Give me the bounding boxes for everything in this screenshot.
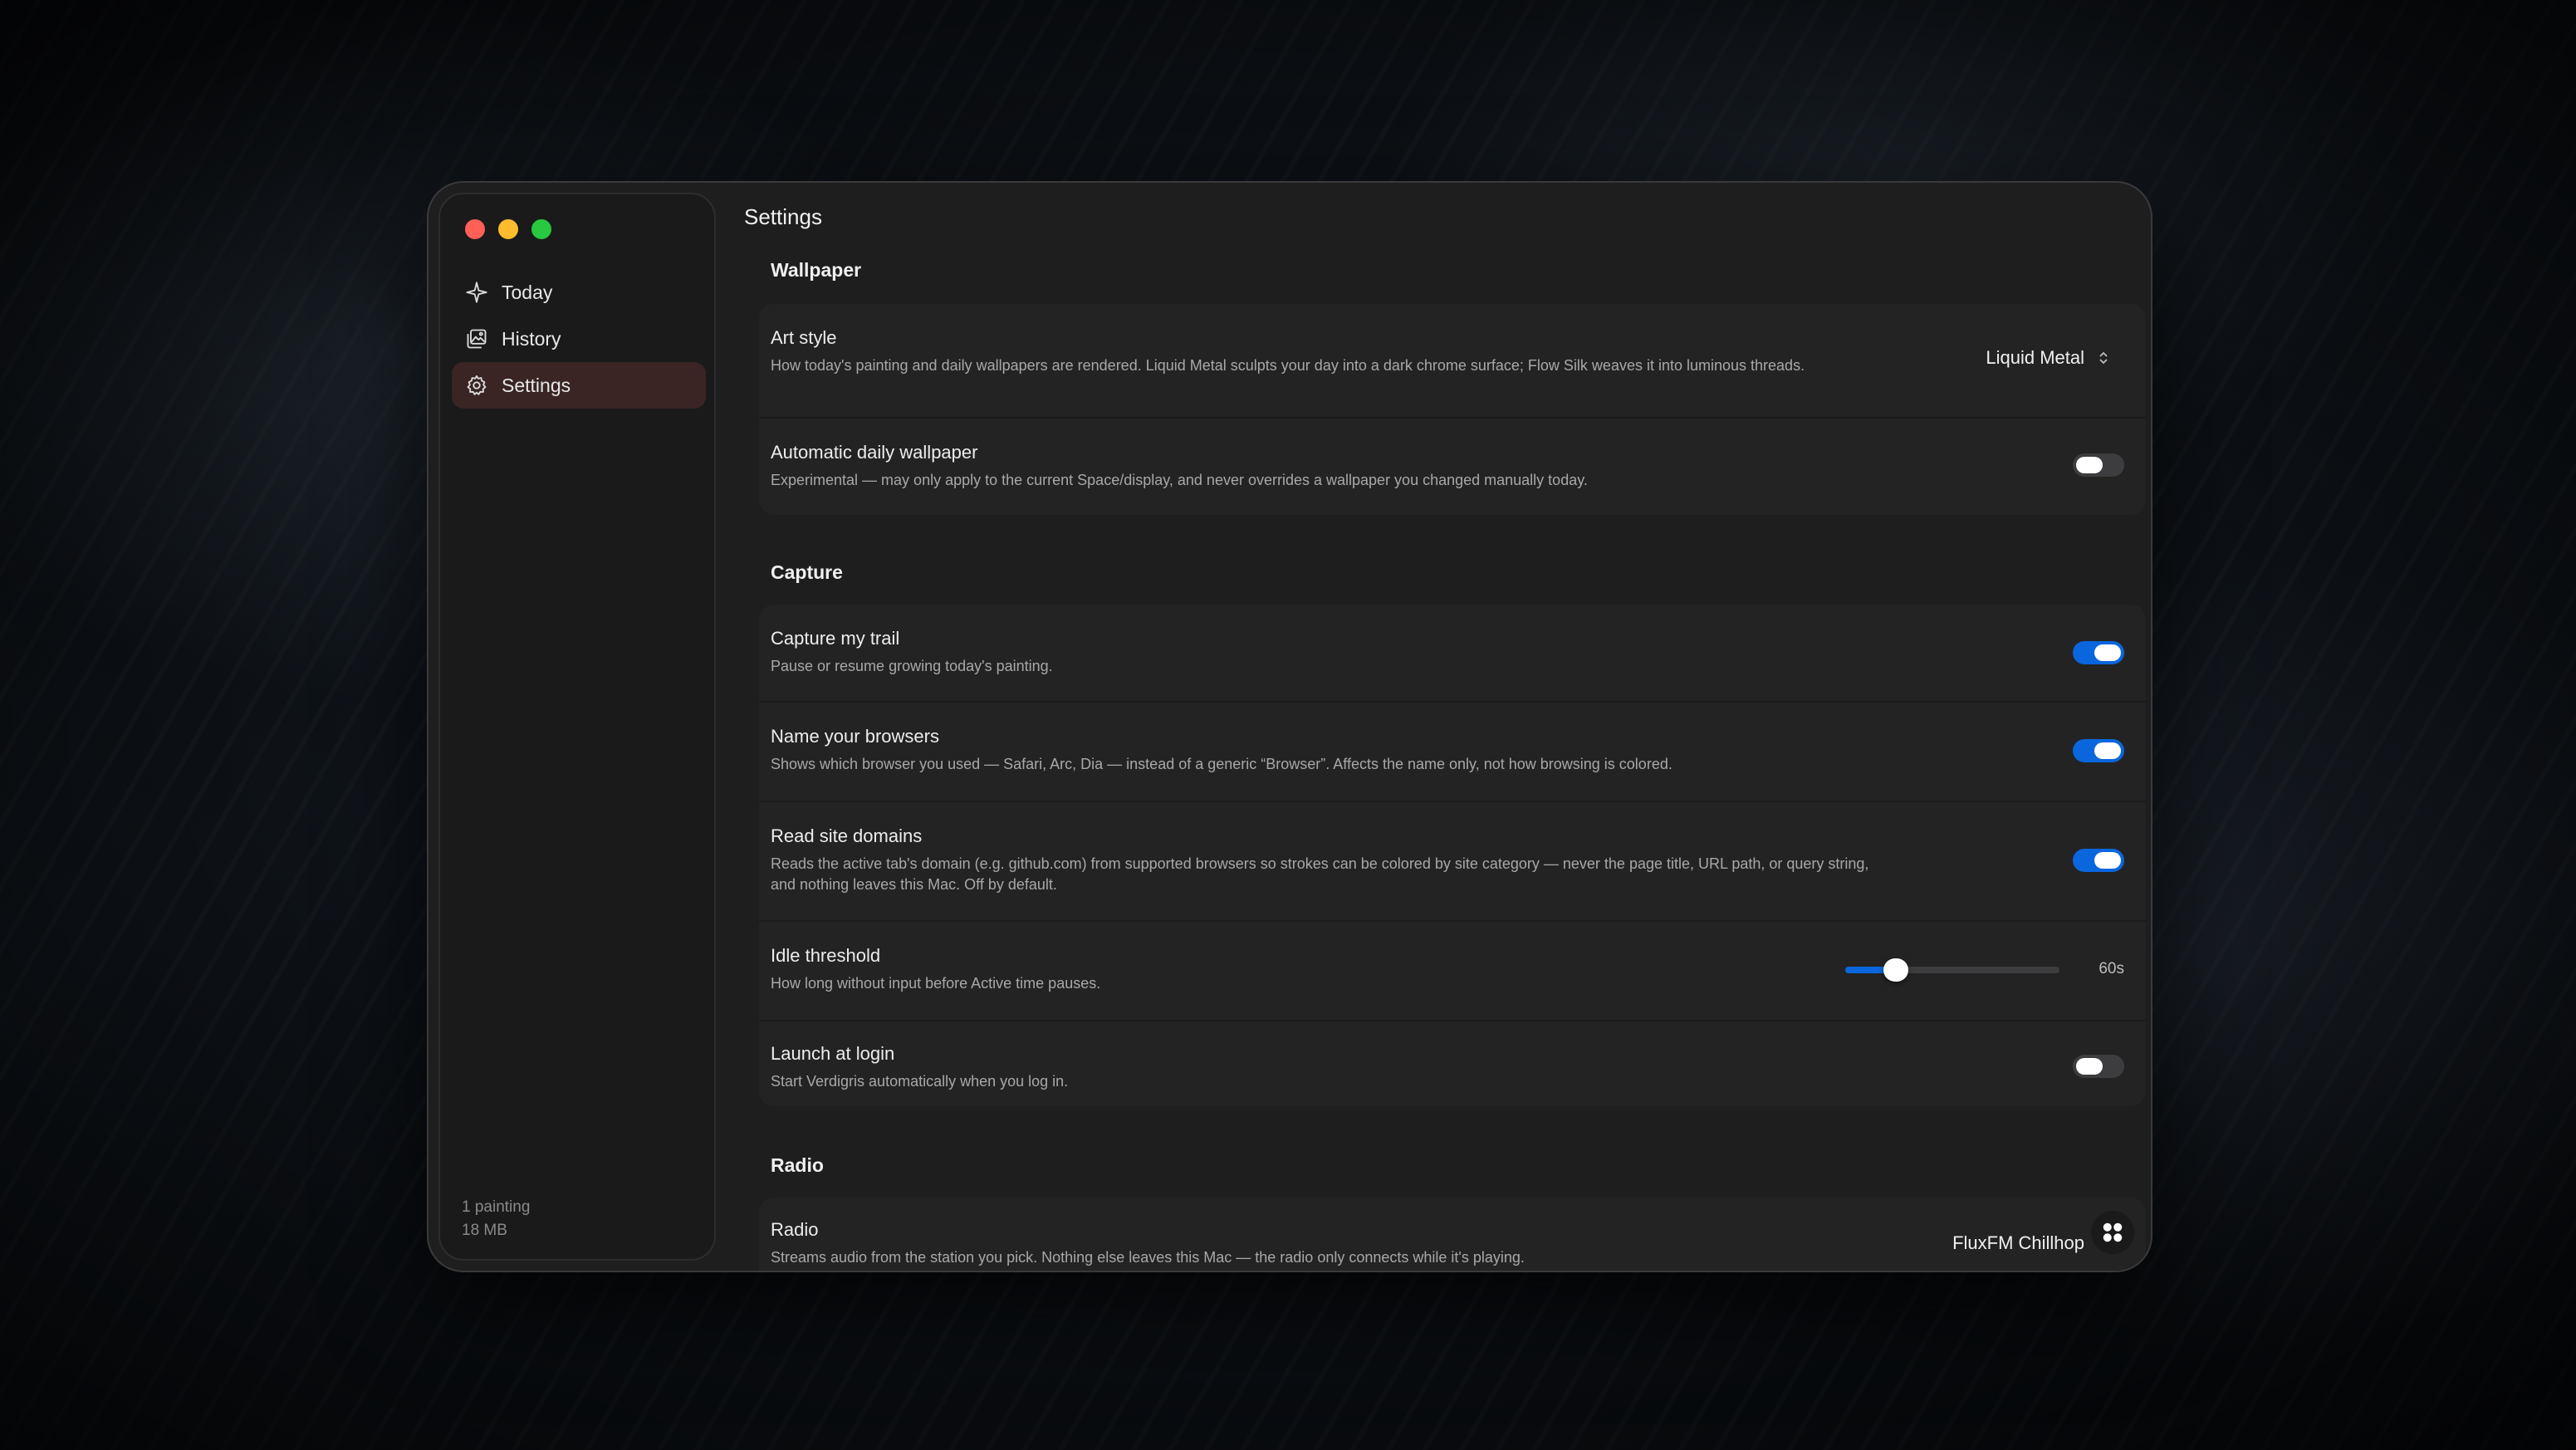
capture-trail-row: Capture my trail Pause or resume growing… bbox=[759, 605, 2146, 703]
capture-card: Capture my trail Pause or resume growing… bbox=[759, 605, 2146, 1106]
art-style-description: How today's painting and daily wallpaper… bbox=[771, 357, 1805, 374]
sidebar-item-settings[interactable]: Settings bbox=[452, 362, 706, 409]
radio-row: Radio Streams audio from the station you… bbox=[759, 1198, 2146, 1271]
slider-thumb[interactable] bbox=[1883, 958, 1908, 982]
launch-login-row: Launch at login Start Verdigris automati… bbox=[759, 1021, 2146, 1113]
photo-stack-icon bbox=[463, 326, 490, 352]
capture-trail-title: Capture my trail bbox=[771, 628, 900, 649]
name-browsers-row: Name your browsers Shows which browser y… bbox=[759, 703, 2146, 802]
page-title: Settings bbox=[744, 204, 822, 229]
sidebar-nav: Today History Settings bbox=[452, 269, 706, 409]
launch-login-description: Start Verdigris automatically when you l… bbox=[771, 1073, 1069, 1090]
radio-card: Radio Streams audio from the station you… bbox=[759, 1198, 2146, 1271]
section-title-capture: Capture bbox=[771, 561, 843, 583]
read-domains-row: Read site domains Reads the active tab's… bbox=[759, 802, 2146, 922]
toggle-knob bbox=[2094, 742, 2121, 759]
radio-description: Streams audio from the station you pick.… bbox=[771, 1249, 1525, 1266]
name-browsers-title: Name your browsers bbox=[771, 726, 939, 747]
sparkle-icon bbox=[463, 279, 490, 306]
zoom-window-button[interactable] bbox=[531, 219, 551, 239]
idle-threshold-description: How long without input before Active tim… bbox=[771, 975, 1101, 992]
idle-threshold-title: Idle threshold bbox=[771, 945, 881, 966]
section-title-radio: Radio bbox=[771, 1154, 824, 1176]
idle-threshold-value: 60s bbox=[2099, 960, 2124, 977]
toggle-knob bbox=[2076, 457, 2103, 473]
idle-threshold-slider[interactable] bbox=[1845, 958, 2059, 982]
chevron-up-down-icon bbox=[2099, 351, 2108, 365]
close-window-button[interactable] bbox=[465, 219, 485, 239]
art-style-row: Art style How today's painting and daily… bbox=[759, 304, 2146, 419]
library-stats: 1 painting 18 MB bbox=[462, 1196, 530, 1242]
name-browsers-toggle[interactable] bbox=[2073, 739, 2124, 762]
settings-content: Settings Wallpaper Art style How today's… bbox=[727, 183, 2151, 1271]
read-domains-description-line1: Reads the active tab's domain (e.g. gith… bbox=[771, 855, 1869, 872]
read-domains-description-line2: and nothing leaves this Mac. Off by defa… bbox=[771, 876, 1057, 893]
clover-icon bbox=[2103, 1222, 2123, 1242]
capture-trail-description: Pause or resume growing today's painting… bbox=[771, 658, 1053, 674]
painting-count: 1 painting bbox=[462, 1198, 531, 1216]
capture-trail-toggle[interactable] bbox=[2073, 641, 2124, 664]
wallpaper-card: Art style How today's painting and daily… bbox=[759, 304, 2146, 515]
auto-wallpaper-toggle[interactable] bbox=[2073, 453, 2124, 477]
auto-wallpaper-title: Automatic daily wallpaper bbox=[771, 442, 978, 463]
toggle-knob bbox=[2076, 1058, 2103, 1075]
idle-threshold-row: Idle threshold How long without input be… bbox=[759, 922, 2146, 1021]
radio-player-button[interactable] bbox=[2091, 1211, 2134, 1254]
read-domains-title: Read site domains bbox=[771, 825, 923, 846]
library-size: 18 MB bbox=[462, 1222, 507, 1239]
sidebar-item-label: Today bbox=[502, 281, 553, 303]
window-controls bbox=[465, 219, 551, 239]
launch-login-toggle[interactable] bbox=[2073, 1055, 2124, 1078]
toggle-knob bbox=[2094, 852, 2121, 869]
art-style-title: Art style bbox=[771, 327, 837, 348]
section-title-wallpaper: Wallpaper bbox=[771, 259, 862, 281]
radio-station-select[interactable]: FluxFM Chillhop bbox=[1952, 1232, 2109, 1254]
art-style-select[interactable]: Liquid Metal bbox=[1986, 347, 2109, 369]
sidebar-item-today[interactable]: Today bbox=[452, 269, 706, 316]
auto-wallpaper-row: Automatic daily wallpaper Experimental —… bbox=[759, 419, 2146, 515]
settings-window: Today History Settings 1 painting 18 MB … bbox=[427, 181, 2152, 1272]
auto-wallpaper-description: Experimental — may only apply to the cur… bbox=[771, 472, 1588, 488]
toggle-knob bbox=[2094, 644, 2121, 661]
sidebar-item-history[interactable]: History bbox=[452, 316, 706, 362]
art-style-value: Liquid Metal bbox=[1986, 347, 2084, 368]
name-browsers-description: Shows which browser you used — Safari, A… bbox=[771, 756, 1672, 772]
gear-icon bbox=[463, 372, 490, 399]
sidebar-item-label: History bbox=[502, 327, 561, 350]
radio-station-value: FluxFM Chillhop bbox=[1952, 1232, 2084, 1253]
radio-title: Radio bbox=[771, 1219, 819, 1240]
launch-login-title: Launch at login bbox=[771, 1043, 895, 1064]
sidebar: Today History Settings 1 painting 18 MB bbox=[438, 193, 716, 1261]
sidebar-item-label: Settings bbox=[502, 374, 571, 396]
minimize-window-button[interactable] bbox=[498, 219, 518, 239]
read-domains-toggle[interactable] bbox=[2073, 849, 2124, 872]
